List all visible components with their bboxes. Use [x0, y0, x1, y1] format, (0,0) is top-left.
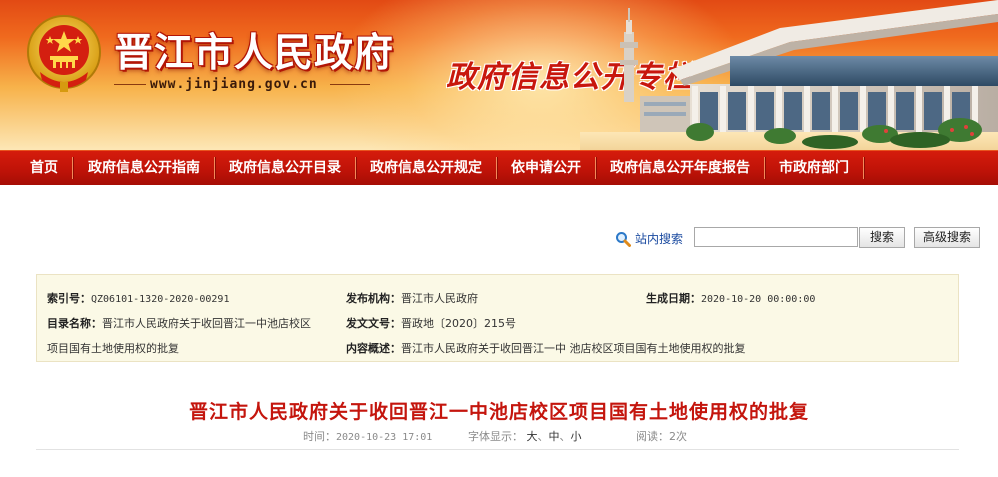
meta-created-value: 2020-10-20 00:00:00	[701, 294, 816, 305]
font-size-label: 字体显示：	[468, 430, 523, 443]
site-search-label: 站内搜索	[635, 232, 684, 246]
meta-catalog-label: 目录名称：	[47, 317, 102, 330]
font-medium-link[interactable]: 中	[549, 430, 560, 443]
building-illustration	[580, 0, 998, 150]
publish-time-value: 2020-10-23 17:01	[336, 432, 433, 443]
meta-publisher-value: 晋江市人民政府	[401, 292, 478, 305]
nav-annual-report[interactable]: 政府信息公开年度报告	[596, 151, 764, 186]
font-large-link[interactable]: 大	[527, 430, 538, 443]
url-line-right	[330, 84, 370, 85]
read-count: 阅读：2次	[636, 428, 687, 444]
meta-publisher-label: 发布机构：	[346, 292, 401, 305]
main-nav: 首页 政府信息公开指南 政府信息公开目录 政府信息公开规定 依申请公开 政府信息…	[0, 150, 998, 185]
url-line-left	[114, 84, 146, 85]
meta-summary: 内容概述：晋江市人民政府关于收回晋江一中 池店校区项目国有土地使用权的批复	[346, 340, 746, 356]
read-count-label: 阅读：	[636, 430, 669, 443]
site-url[interactable]: www.jinjiang.gov.cn	[150, 77, 318, 92]
nav-disclosure-guide[interactable]: 政府信息公开指南	[73, 151, 214, 186]
search-icon	[616, 231, 631, 247]
meta-index-no: 索引号：QZ06101-1320-2020-00291	[47, 290, 229, 306]
header-banner: 晋江市人民政府 www.jinjiang.gov.cn 政府信息公开专栏	[0, 0, 998, 150]
meta-catalog-cont: 项目国有土地使用权的批复	[47, 340, 179, 356]
advanced-search-button[interactable]: 高级搜索	[914, 227, 980, 248]
content-divider	[36, 449, 959, 450]
meta-created: 生成日期：2020-10-20 00:00:00	[646, 290, 815, 306]
font-separator: 、	[537, 430, 549, 443]
read-count-value: 2次	[669, 430, 687, 443]
nav-disclosure-rules[interactable]: 政府信息公开规定	[356, 151, 496, 186]
meta-doc-no-value: 晋政地〔2020〕215号	[401, 317, 516, 330]
nav-home[interactable]: 首页	[0, 151, 72, 186]
nav-departments[interactable]: 市政府部门	[765, 151, 863, 186]
meta-catalog-value-line2: 项目国有土地使用权的批复	[47, 342, 179, 355]
meta-created-label: 生成日期：	[646, 292, 701, 305]
meta-doc-no-label: 发文文号：	[346, 317, 401, 330]
meta-index-no-value: QZ06101-1320-2020-00291	[91, 294, 230, 305]
meta-doc-no: 发文文号：晋政地〔2020〕215号	[346, 315, 516, 331]
nav-on-request[interactable]: 依申请公开	[497, 151, 595, 186]
nav-disclosure-catalog[interactable]: 政府信息公开目录	[215, 151, 355, 186]
site-search-link[interactable]: 站内搜索	[615, 230, 683, 247]
national-emblem-icon	[27, 15, 101, 92]
search-input[interactable]	[694, 227, 858, 247]
article-title: 晋江市人民政府关于收回晋江一中池店校区项目国有土地使用权的批复	[188, 401, 809, 423]
meta-summary-label: 内容概述：	[346, 342, 401, 355]
site-name: 晋江市人民政府	[114, 30, 395, 76]
font-size-switcher: 字体显示： 大、中、小	[468, 428, 582, 444]
font-small-link[interactable]: 小	[571, 430, 582, 443]
document-meta-box: 索引号：QZ06101-1320-2020-00291 发布机构：晋江市人民政府…	[36, 274, 959, 362]
font-separator: 、	[559, 430, 571, 443]
meta-summary-value: 晋江市人民政府关于收回晋江一中 池店校区项目国有土地使用权的批复	[401, 342, 746, 355]
search-button[interactable]: 搜索	[859, 227, 905, 248]
meta-publisher: 发布机构：晋江市人民政府	[346, 290, 478, 306]
publish-time-label: 时间：	[303, 430, 336, 443]
meta-catalog-value-line1: 晋江市人民政府关于收回晋江一中池店校区	[102, 317, 311, 330]
publish-time: 时间：2020-10-23 17:01	[303, 428, 432, 444]
meta-index-no-label: 索引号：	[47, 292, 91, 305]
meta-catalog: 目录名称：晋江市人民政府关于收回晋江一中池店校区	[47, 315, 311, 331]
nav-separator	[863, 157, 864, 179]
